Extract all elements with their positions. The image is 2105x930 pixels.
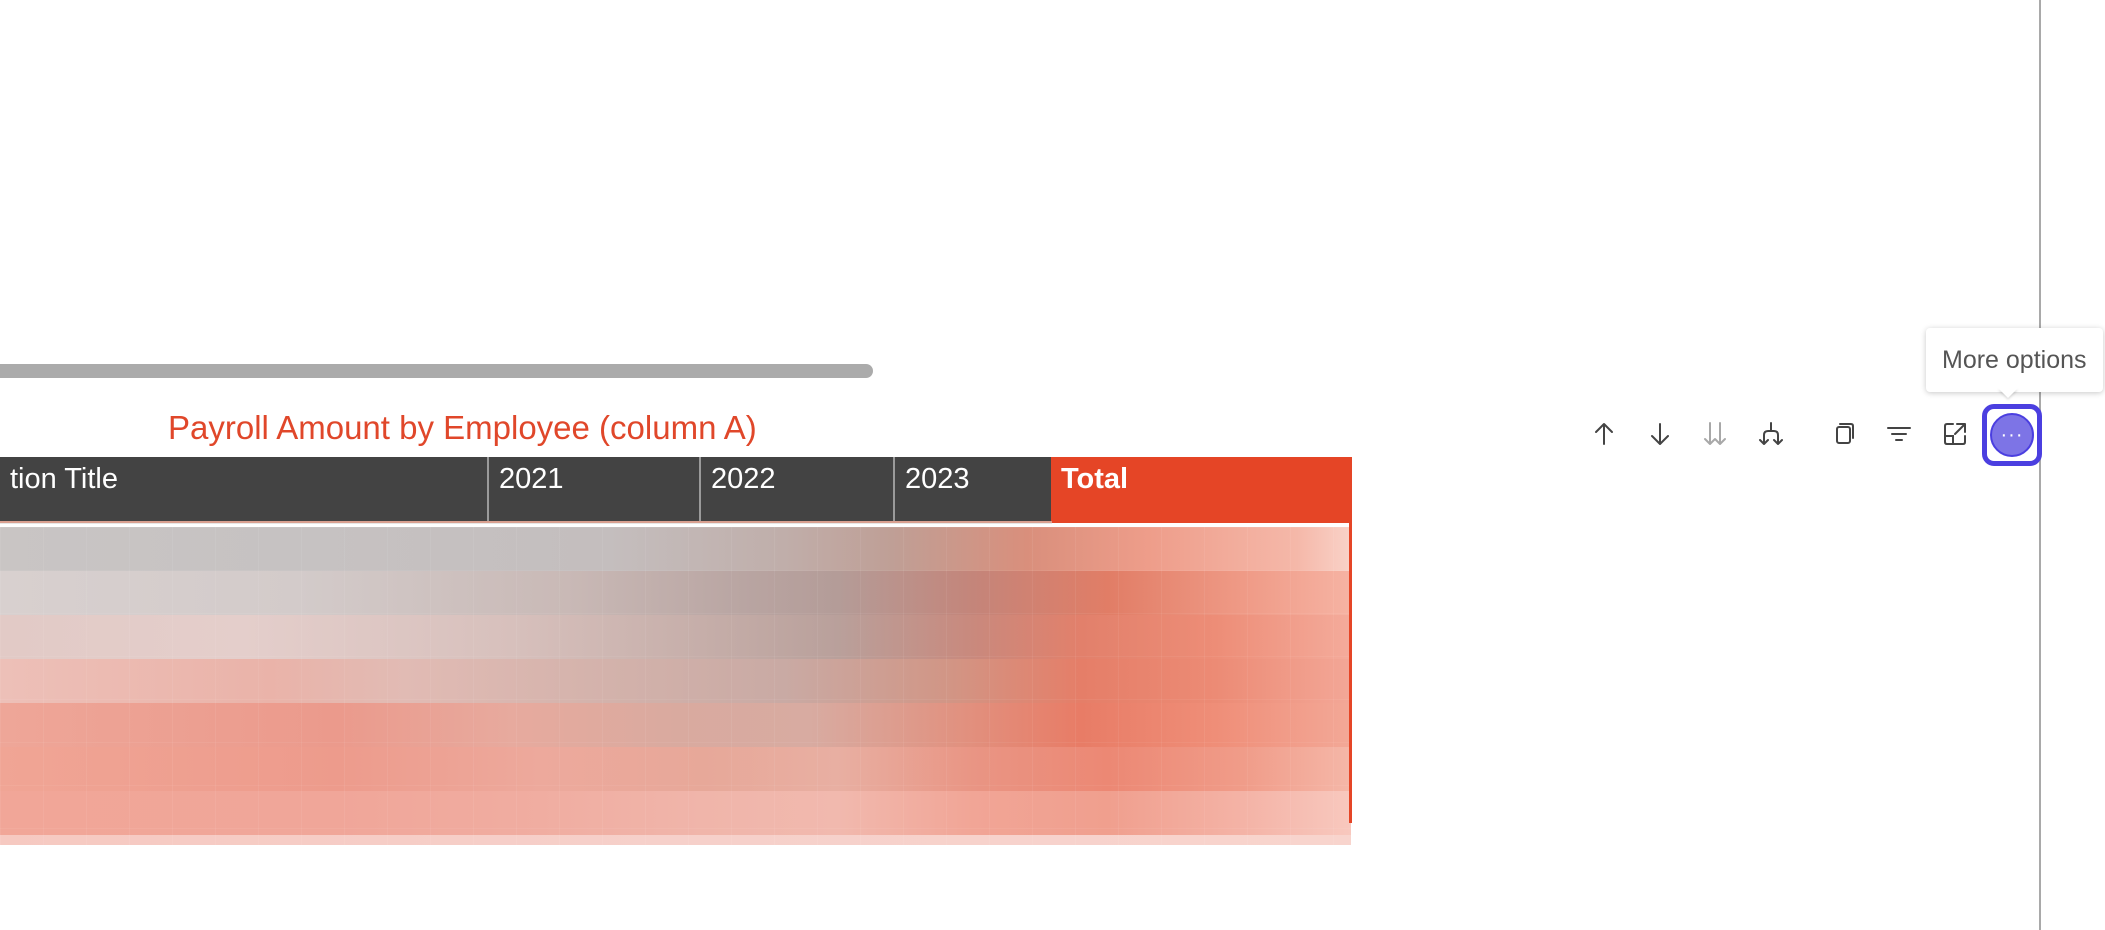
go-to-next-level-button[interactable]	[1693, 412, 1737, 456]
arrow-up-icon	[1595, 423, 1613, 445]
table-row	[0, 571, 1351, 615]
ellipsis-icon: ···	[1990, 413, 2034, 457]
more-options-button[interactable]: ···	[1982, 404, 2042, 466]
column-header-total[interactable]: Total	[1051, 457, 1352, 523]
report-canvas: Payroll Amount by Employee (column A) ti…	[0, 0, 2105, 930]
more-options-tooltip: More options	[1926, 328, 2103, 392]
fork-down-icon	[1759, 422, 1783, 445]
table-row	[0, 703, 1351, 747]
filter-icon	[1887, 427, 1911, 441]
canvas-divider	[2039, 0, 2041, 930]
table-row	[0, 659, 1351, 703]
focus-mode-icon	[1944, 423, 1966, 445]
expand-next-level-button[interactable]	[1749, 412, 1793, 456]
drill-down-button[interactable]	[1638, 412, 1682, 456]
column-header-position-title[interactable]: tion Title	[0, 457, 488, 523]
table-row	[0, 835, 1351, 845]
column-header-2023[interactable]: 2023	[893, 457, 1052, 523]
header-underline-accent	[0, 521, 1052, 523]
copy-visual-button[interactable]	[1821, 412, 1865, 456]
double-arrow-down-icon	[1704, 422, 1726, 445]
focus-mode-button[interactable]	[1933, 412, 1977, 456]
table-row	[0, 615, 1351, 659]
visual-title: Payroll Amount by Employee (column A)	[168, 409, 757, 446]
tooltip-arrow	[1998, 388, 2018, 398]
matrix-body-blurred	[0, 527, 1351, 845]
arrow-down-icon	[1651, 423, 1669, 445]
filter-button[interactable]	[1877, 412, 1921, 456]
column-header-2021[interactable]: 2021	[487, 457, 700, 523]
copy-icon	[1836, 423, 1854, 444]
horizontal-scrollbar[interactable]	[0, 364, 873, 378]
table-row	[0, 747, 1351, 791]
column-header-2022[interactable]: 2022	[699, 457, 894, 523]
drill-up-button[interactable]	[1582, 412, 1626, 456]
matrix-right-border	[1349, 457, 1352, 823]
matrix-header: tion Title 2021 2022 2023 Total	[0, 457, 1352, 526]
table-row	[0, 527, 1351, 571]
table-row	[0, 791, 1351, 835]
